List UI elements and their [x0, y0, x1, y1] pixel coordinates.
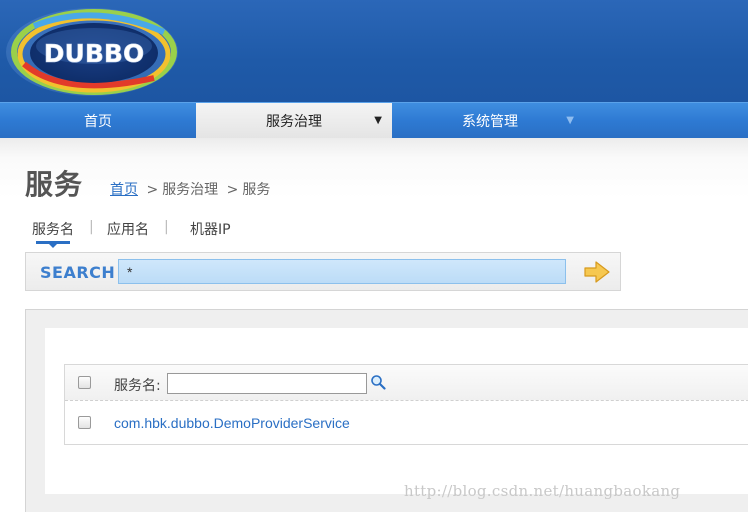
column-header-service-name: 服务名: [114, 378, 161, 394]
breadcrumb-current: 服务 [242, 182, 271, 198]
dubbo-logo[interactable]: DUBBO [4, 6, 180, 98]
service-filter-input[interactable] [167, 373, 367, 394]
tab-service-name[interactable]: 服务名 [32, 219, 74, 239]
row-checkbox[interactable] [78, 416, 91, 429]
select-all-checkbox[interactable] [78, 376, 91, 389]
nav-service-governance[interactable]: 服务治理 ▼ [196, 103, 392, 139]
page-title: 服务 [25, 168, 84, 201]
breadcrumb-separator: > [146, 182, 159, 198]
nav-home-label: 首页 [84, 114, 112, 130]
logo-text: DUBBO [44, 39, 144, 68]
active-tab-indicator [36, 241, 70, 248]
table-header: 服务名: [65, 365, 748, 401]
tab-machine-ip[interactable]: 机器IP [190, 219, 231, 239]
arrow-right-icon[interactable] [583, 261, 611, 283]
nav-system-management-label: 系统管理 [462, 114, 518, 130]
breadcrumb-separator: > [226, 182, 239, 198]
chevron-down-icon: ▼ [374, 115, 382, 126]
app-header: DUBBO [0, 0, 748, 102]
search-bar: SEARCH [25, 252, 621, 291]
breadcrumb-service-governance: 服务治理 [162, 182, 219, 198]
tab-separator: | [164, 219, 169, 235]
nav-service-governance-label: 服务治理 [266, 114, 322, 130]
search-label: SEARCH [40, 263, 116, 282]
tab-app-name[interactable]: 应用名 [107, 219, 149, 239]
search-icon[interactable] [370, 374, 386, 390]
service-table: 服务名: com.hbk.dubbo.DemoProviderService [64, 364, 748, 445]
breadcrumb: 首页 > 服务治理 > 服务 [110, 179, 270, 199]
service-link[interactable]: com.hbk.dubbo.DemoProviderService [114, 415, 350, 431]
breadcrumb-home-link[interactable]: 首页 [110, 182, 138, 198]
search-input[interactable] [118, 259, 566, 284]
watermark: http://blog.csdn.net/huangbaokang [404, 482, 681, 500]
main-nav: 首页 服务治理 ▼ 系统管理 ▼ [0, 102, 748, 139]
table-row: com.hbk.dubbo.DemoProviderService [65, 402, 748, 444]
tab-separator: | [89, 219, 94, 235]
chevron-down-icon: ▼ [566, 115, 574, 126]
nav-home[interactable]: 首页 [0, 103, 196, 139]
nav-system-management[interactable]: 系统管理 ▼ [392, 103, 588, 139]
